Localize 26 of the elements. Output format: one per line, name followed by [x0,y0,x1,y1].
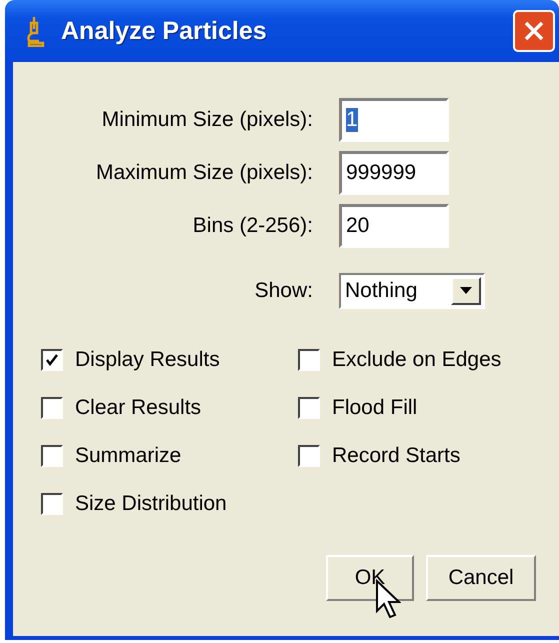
field-label: Bins (2-256): [192,214,313,238]
close-button[interactable] [513,10,555,52]
checkbox[interactable]: Clear Results [41,395,298,421]
field-value: 20 [346,214,370,238]
field-value: 999999 [346,161,416,185]
dialog-button[interactable]: Cancel [426,555,536,601]
dialog-button[interactable]: OK [326,555,414,601]
field-label: Show: [254,279,313,303]
checkbox[interactable]: Display Results [41,347,298,373]
field-value: 1 [346,108,358,132]
input-field[interactable]: 20 [339,204,449,248]
check-icon [45,353,59,367]
field-label: Maximum Size (pixels): [96,161,313,185]
input-field[interactable]: 1 [339,98,449,142]
microscope-icon [25,15,45,47]
close-icon [523,20,545,42]
checkbox[interactable]: Exclude on Edges [298,347,559,373]
checkbox[interactable]: Summarize [41,443,298,469]
field-label: Minimum Size (pixels): [102,108,313,132]
window-title: Analyze Particles [61,16,268,46]
input-field[interactable]: 999999 [339,151,449,195]
checkbox[interactable]: Flood Fill [298,395,559,421]
checkbox[interactable]: Record Starts [298,443,559,469]
show-dropdown[interactable]: Nothing [339,273,485,309]
checkbox[interactable]: Size Distribution [41,491,298,517]
dropdown-value: Nothing [345,279,418,303]
